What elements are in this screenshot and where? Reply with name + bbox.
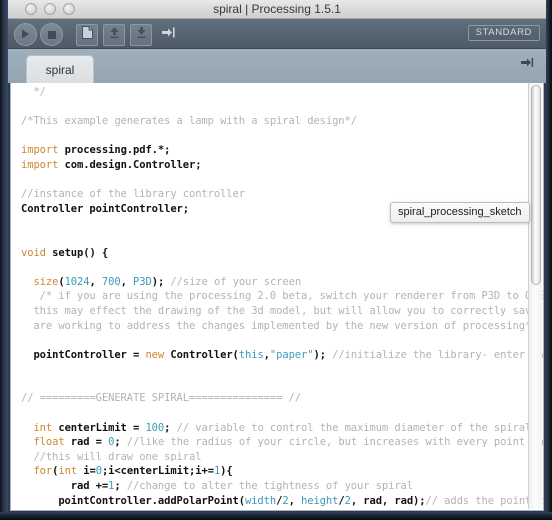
title-bar: spiral | Processing 1.5.1 <box>8 0 546 19</box>
export-button[interactable] <box>157 24 179 46</box>
save-down-arrow-icon <box>136 26 147 44</box>
new-button[interactable] <box>76 23 98 46</box>
window-frame-left <box>0 0 8 520</box>
window-title: spiral | Processing 1.5.1 <box>213 2 341 16</box>
export-right-arrow-icon <box>161 26 175 44</box>
run-button[interactable] <box>14 23 37 46</box>
open-up-arrow-icon <box>109 26 120 44</box>
code-text[interactable]: */ /*This example generates a lamp with … <box>11 83 543 510</box>
processing-ide-window: spiral | Processing 1.5.1 STANDARD spira… <box>0 0 552 520</box>
toolbar-buttons <box>14 23 179 46</box>
code-editor[interactable]: */ /*This example generates a lamp with … <box>10 83 544 511</box>
stop-button[interactable] <box>40 23 63 46</box>
window-frame-right <box>546 0 552 520</box>
save-button[interactable] <box>130 23 152 46</box>
new-file-icon <box>81 25 93 44</box>
tooltip: spiral_processing_sketch <box>390 202 530 223</box>
tab-spiral[interactable]: spiral <box>26 55 94 83</box>
right-arrow-icon <box>520 56 534 74</box>
tooltip-label: spiral_processing_sketch <box>398 206 522 218</box>
stop-icon <box>47 26 56 44</box>
editor-scrollbar[interactable] <box>528 83 542 509</box>
window-frame-bottom <box>0 512 552 520</box>
toolbar: STANDARD <box>8 19 546 49</box>
tab-bar: spiral <box>8 49 546 83</box>
play-icon <box>21 26 30 44</box>
tab-label: spiral <box>45 62 75 77</box>
scrollbar-thumb[interactable] <box>531 85 541 285</box>
open-button[interactable] <box>103 23 125 46</box>
tab-menu-button[interactable] <box>520 58 534 72</box>
mode-badge[interactable]: STANDARD <box>467 25 540 41</box>
